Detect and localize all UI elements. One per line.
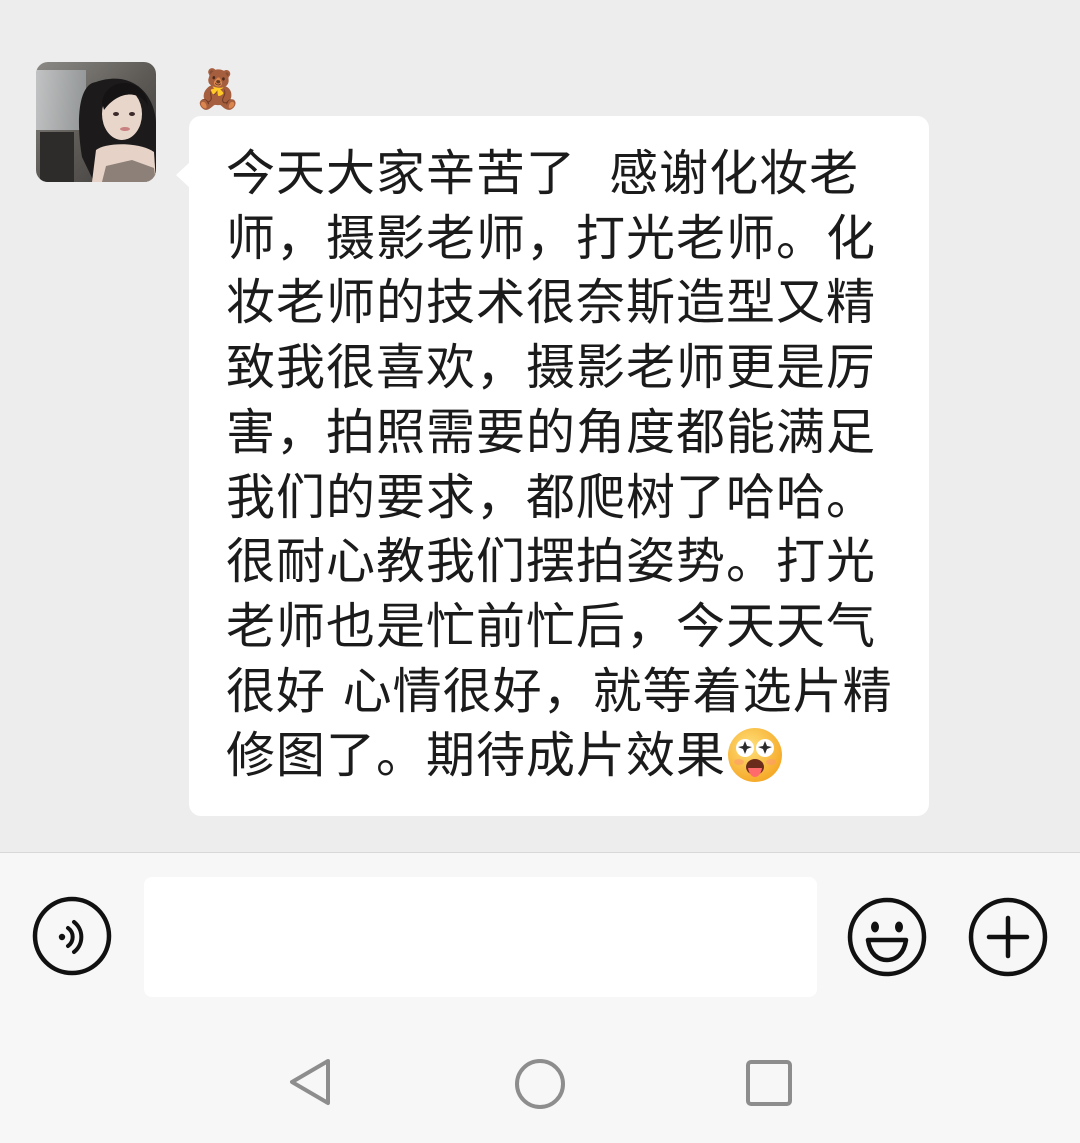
- sender-avatar[interactable]: [36, 62, 156, 182]
- nav-back-button[interactable]: [284, 1056, 336, 1108]
- smiley-icon: [847, 897, 927, 977]
- message-input[interactable]: [144, 877, 817, 997]
- nav-recent-apps-button[interactable]: [744, 1058, 794, 1108]
- starstruck-tongue-emoji-icon: [726, 726, 784, 784]
- home-circle-icon: [515, 1059, 565, 1109]
- recent-square-icon: [746, 1060, 792, 1106]
- more-options-button[interactable]: [967, 896, 1049, 978]
- plus-icon: [968, 897, 1048, 977]
- nav-home-button[interactable]: [512, 1056, 568, 1112]
- voice-button[interactable]: [32, 896, 112, 976]
- back-triangle-icon: [290, 1059, 330, 1105]
- voice-icon: [32, 896, 112, 976]
- emoji-button[interactable]: [846, 896, 928, 978]
- bubble-tail: [176, 162, 190, 188]
- message-body: 今天大家辛苦了 感谢化妆老师，摄影老师，打光老师。化妆老师的技术很奈斯造型又精致…: [226, 145, 893, 785]
- avatar-photo: [36, 62, 156, 182]
- message-text[interactable]: 今天大家辛苦了 感谢化妆老师，摄影老师，打光老师。化妆老师的技术很奈斯造型又精致…: [226, 142, 894, 789]
- sender-name: 🧸: [194, 67, 242, 111]
